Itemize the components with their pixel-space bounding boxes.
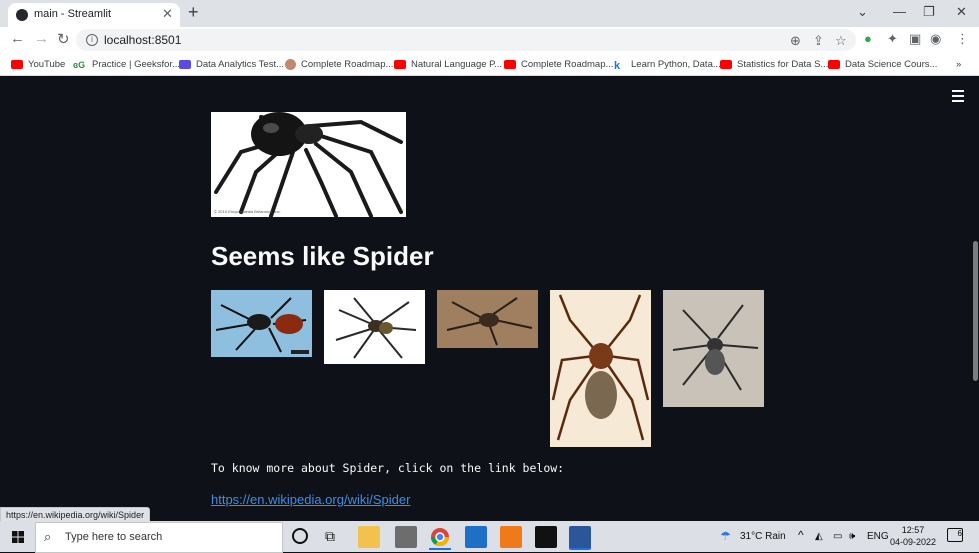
search-icon: ⌕ [44, 529, 52, 544]
browser-tab[interactable]: main - Streamlit ✕ [8, 3, 180, 27]
youtube-icon [11, 59, 23, 69]
taskbar-search-placeholder: Type here to search [65, 531, 163, 543]
new-tab-icon[interactable]: + [188, 3, 199, 21]
task-view-icon[interactable]: ⧉ [325, 528, 335, 545]
more-bookmarks-icon[interactable]: » [956, 56, 961, 72]
side-panel-icon[interactable]: ▣ [909, 31, 921, 47]
address-bar[interactable]: i localhost:8501 ⊕ ⇪ ☆ [76, 29, 856, 51]
uploaded-spider-image: © 2010 Encyclopædia Britannica, Inc. [211, 112, 406, 217]
site-info-icon[interactable]: i [86, 34, 98, 46]
youtube-icon [504, 59, 516, 69]
bookmarks-bar: YouTube ɞG Practice | Geeksfor... Data An… [0, 53, 979, 76]
word-icon[interactable] [569, 526, 591, 550]
info-paragraph: To know more about Spider, click on the … [211, 461, 565, 475]
url-text: localhost:8501 [104, 33, 182, 47]
share-icon[interactable]: ⇪ [813, 33, 824, 49]
task-view-circle-icon[interactable] [292, 528, 308, 544]
bookmark-practice-geeksforgeeks[interactable]: ɞG Practice | Geeksfor... [73, 56, 180, 72]
bookmark-statistics-data-science[interactable]: Statistics for Data S... [720, 56, 828, 72]
clock-time: 12:57 [901, 525, 925, 535]
tab-strip: main - Streamlit ✕ + ⌄ — ❐ ✕ [0, 0, 979, 27]
windows-taskbar: ⌕ Type here to search ⧉ ☂ 31°C Rain ^ ◭ … [0, 521, 979, 553]
show-hidden-icons-icon[interactable]: ^ [798, 528, 804, 542]
pycharm-icon[interactable] [535, 526, 557, 548]
taskbar-search-box[interactable]: ⌕ Type here to search [35, 522, 283, 553]
network-icon[interactable]: ◭ [815, 531, 823, 542]
back-icon[interactable]: ← [10, 30, 25, 47]
notification-icon[interactable]: 6 [947, 528, 963, 542]
spider-thumbnail-1 [211, 290, 312, 357]
windows-start-icon[interactable] [12, 530, 24, 543]
streamlit-page: © 2010 Encyclopædia Britannica, Inc. See… [0, 76, 979, 516]
bookmark-data-analytics-test[interactable]: Data Analytics Test... [179, 56, 284, 72]
k-icon: k [614, 59, 621, 72]
spider-thumbnail-2 [324, 290, 425, 364]
bookmark-data-science-course[interactable]: Data Science Cours... [828, 56, 937, 72]
taskbar-clock[interactable]: 12:57 04-09-2022 [890, 524, 936, 548]
bookmark-natural-language[interactable]: Natural Language P... [394, 56, 502, 72]
spider-thumbnail-3 [437, 290, 538, 348]
youtube-icon [394, 59, 406, 69]
file-explorer-icon[interactable] [358, 526, 380, 548]
youtube-icon [828, 59, 840, 69]
powershell-icon[interactable] [465, 526, 487, 548]
avatar-icon [285, 58, 296, 70]
r-icon [179, 59, 191, 69]
notification-count: 6 [957, 529, 962, 538]
xampp-icon[interactable] [500, 526, 522, 548]
geeksforgeeks-icon: ɞG [73, 59, 86, 70]
weather-rain-icon: ☂ [720, 529, 731, 543]
battery-icon[interactable]: ▭ [833, 531, 842, 542]
spider-thumbnail-5 [663, 290, 764, 407]
restore-icon[interactable]: ❐ [923, 4, 935, 20]
extension-check-icon[interactable]: ● [864, 31, 872, 46]
minimize-icon[interactable]: — [893, 4, 906, 19]
bookmark-youtube[interactable]: YouTube [11, 56, 65, 72]
volume-icon[interactable]: 🕪 [849, 531, 855, 542]
calculator-icon[interactable] [395, 526, 417, 548]
bookmark-star-icon[interactable]: ☆ [835, 33, 847, 49]
close-window-icon[interactable]: ✕ [956, 4, 967, 20]
bookmark-complete-roadmap-2[interactable]: Complete Roadmap... [504, 56, 613, 72]
extensions-puzzle-icon[interactable]: ✦ [887, 31, 898, 47]
reload-icon[interactable]: ↻ [57, 30, 70, 48]
streamlit-favicon-icon [16, 9, 28, 21]
weather-text[interactable]: 31°C Rain [740, 531, 786, 542]
youtube-icon [720, 59, 732, 69]
forward-icon[interactable]: → [34, 30, 49, 47]
browser-toolbar: ← → ↻ i localhost:8501 ⊕ ⇪ ☆ ● ✦ ▣ ◉ ⋮ [0, 27, 979, 53]
tab-search-icon[interactable]: ⌄ [857, 4, 868, 20]
image-caption: © 2010 Encyclopædia Britannica, Inc. [214, 209, 281, 214]
bookmark-learn-python[interactable]: k Learn Python, Data... [614, 56, 721, 72]
tab-title: main - Streamlit [34, 8, 112, 20]
zoom-icon[interactable]: ⊕ [790, 33, 801, 49]
result-heading: Seems like Spider [211, 241, 434, 271]
profile-icon[interactable]: ◉ [930, 31, 941, 47]
hamburger-menu-icon[interactable] [952, 90, 964, 105]
bookmark-complete-roadmap-1[interactable]: Complete Roadmap... [285, 56, 393, 72]
language-indicator[interactable]: ENG [867, 531, 889, 542]
clock-date: 04-09-2022 [890, 537, 937, 547]
close-tab-icon[interactable]: ✕ [162, 6, 173, 22]
wikipedia-link[interactable]: https://en.wikipedia.org/wiki/Spider [211, 492, 410, 507]
page-scrollbar[interactable] [973, 241, 978, 381]
chrome-taskbar-icon[interactable] [429, 526, 451, 550]
spider-thumbnail-4 [550, 290, 651, 447]
chrome-menu-icon[interactable]: ⋮ [956, 31, 969, 47]
